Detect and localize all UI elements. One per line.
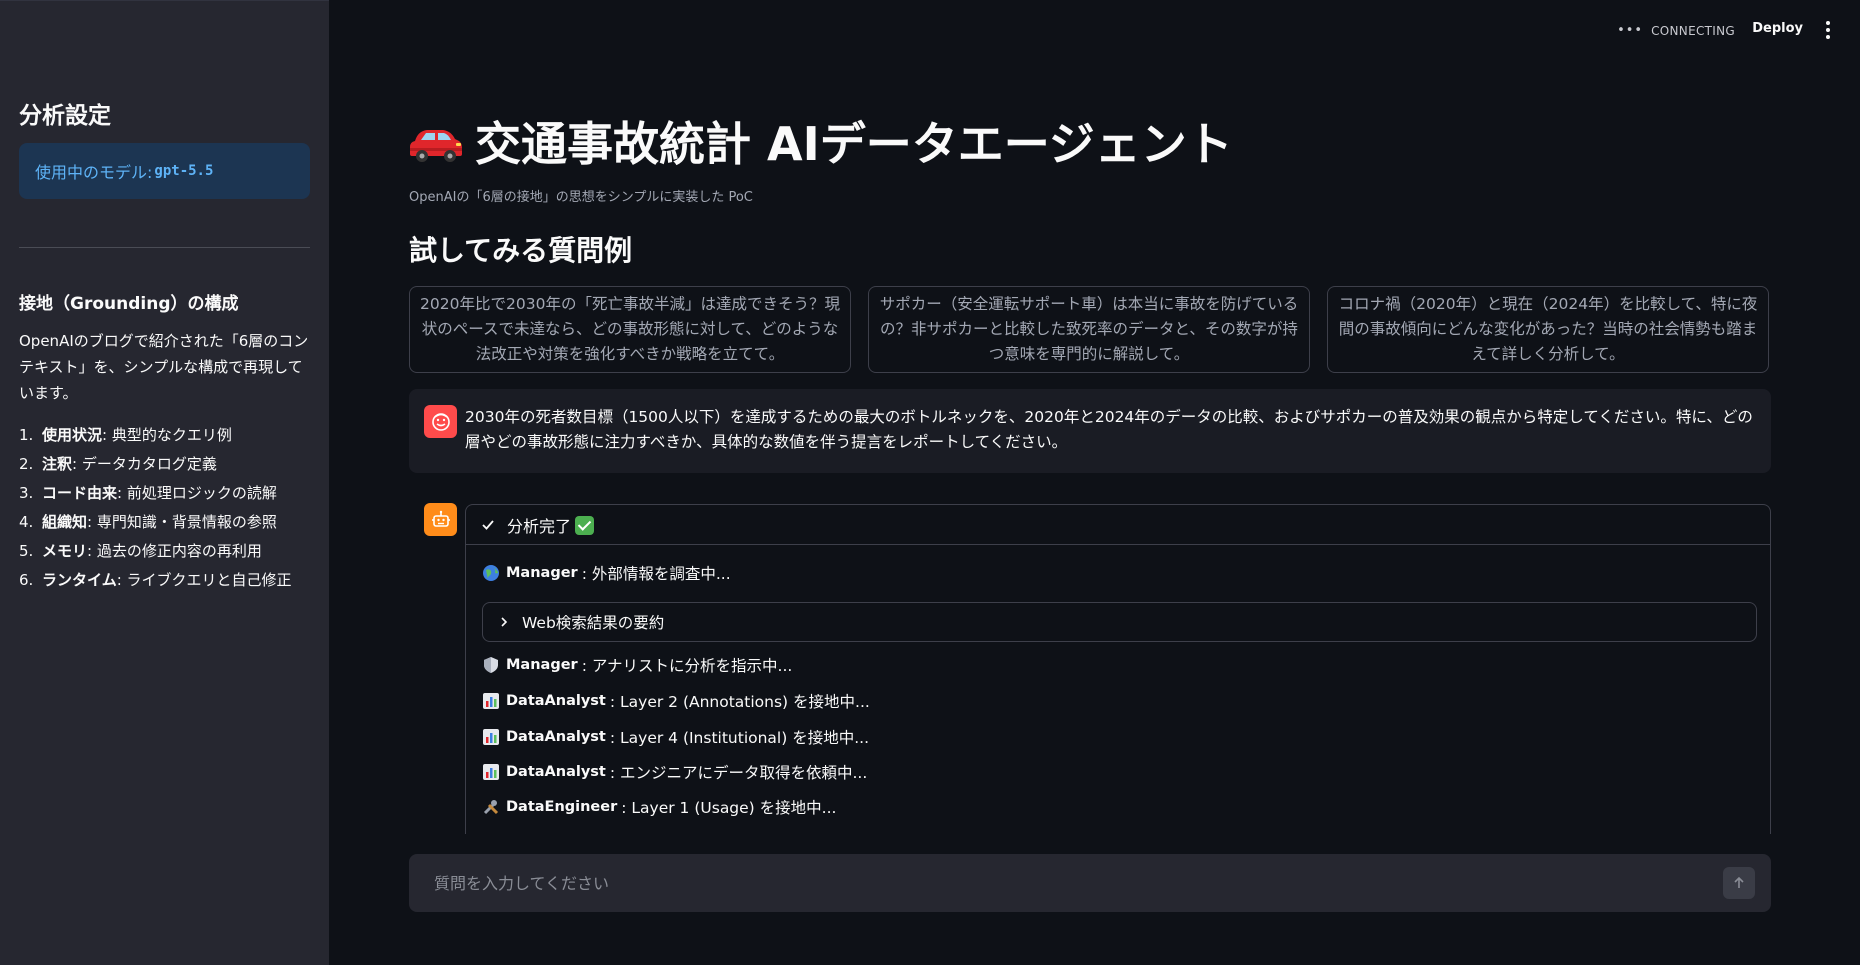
log-line: DataAnalyst: Layer 4 (Institutional) を接地… [482, 726, 869, 748]
send-button[interactable] [1723, 867, 1755, 899]
log-agent: DataEngineer [506, 799, 618, 815]
sidebar-divider [19, 247, 310, 248]
log-agent: DataAnalyst [506, 729, 606, 745]
chat-input-bar [409, 854, 1771, 912]
model-prefix: 使用中のモデル: [35, 163, 153, 182]
user-chat-message: 2030年の死者数目標（1500人以下）を達成するための最大のボトルネックを、2… [409, 389, 1771, 473]
layer-num: 3. [19, 484, 34, 502]
layer-name: メモリ [42, 542, 88, 560]
status-label: 分析完了 [507, 513, 595, 537]
main-menu-icon[interactable] [1823, 19, 1833, 41]
user-avatar-icon [424, 405, 457, 438]
log-text: : アナリストに分析を指示中... [581, 657, 793, 675]
example-question-button[interactable]: 2020年比で2030年の「死亡事故半減」は達成できそう？現状のペースで未達なら… [409, 286, 851, 373]
log-text: : Layer 1 (Usage) を接地中... [621, 799, 837, 817]
log-text: : エンジニアにデータ取得を依頼中... [609, 764, 868, 782]
page-title-text: 交通事故統計 AIデータエージェント [475, 117, 1233, 171]
layer-item: 2. 注釈: データカタログ定義 [19, 450, 292, 479]
log-line: Manager: 外部情報を調査中... [482, 562, 731, 584]
example-question-button[interactable]: コロナ禍（2020年）と現在（2024年）を比較して、特に夜間の事故傾向にどんな… [1327, 286, 1769, 373]
web-search-expander[interactable]: Web検索結果の要約 [482, 602, 1757, 642]
app-root: 分析設定 使用中のモデル: gpt-5.5 接地（Grounding）の構成 O… [0, 0, 1860, 965]
log-text: : Layer 2 (Annotations) を接地中... [609, 693, 870, 711]
bar-chart-icon [483, 693, 499, 709]
layer-num: 6. [19, 571, 34, 589]
log-line: DataAnalyst: エンジニアにデータ取得を依頼中... [482, 761, 867, 783]
layer-item: 4. 組織知: 専門知識・背景情報の参照 [19, 508, 292, 537]
examples-heading: 試してみる質問例 [409, 234, 633, 267]
log-text: : Layer 4 (Institutional) を接地中... [609, 729, 869, 747]
expander-label: Web検索結果の要約 [522, 614, 665, 632]
tools-icon [483, 800, 499, 815]
sidebar-title: 分析設定 [19, 103, 111, 129]
model-info-box: 使用中のモデル: gpt-5.5 [19, 143, 310, 199]
layer-num: 1. [19, 426, 34, 444]
layer-desc: : 専門知識・背景情報の参照 [87, 513, 277, 531]
log-agent: Manager [506, 565, 578, 581]
assistant-avatar-icon [424, 503, 457, 536]
page-title: 交通事故統計 AIデータエージェント [409, 108, 1233, 174]
chevron-right-icon [501, 617, 508, 627]
log-agent: Manager [506, 657, 578, 673]
chat-input[interactable] [434, 873, 1684, 893]
layer-num: 4. [19, 513, 34, 531]
smiley-face-icon [431, 412, 450, 431]
check-mark-button-icon [575, 515, 595, 535]
log-line: Manager: アナリストに分析を指示中... [482, 654, 792, 676]
layer-name: コード由来 [42, 484, 118, 502]
layer-name: 組織知 [42, 513, 88, 531]
globe-icon [483, 565, 499, 581]
grounding-description: OpenAIのブログで紹介された「6層のコンテキスト」を、シンプルな構成で再現し… [19, 332, 309, 402]
layer-desc: : 典型的なクエリ例 [102, 426, 232, 444]
arrow-up-icon [1734, 876, 1744, 888]
layer-item: 1. 使用状況: 典型的なクエリ例 [19, 421, 292, 450]
layer-num: 2. [19, 455, 34, 473]
page-caption: OpenAIの「6層の接地」の思想をシンプルに実装した PoC [409, 190, 753, 205]
log-agent: DataAnalyst [506, 693, 606, 709]
checkmark-icon [482, 519, 494, 530]
layer-item: 3. コード由来: 前処理ロジックの読解 [19, 479, 292, 508]
layer-name: 使用状況 [42, 426, 103, 444]
car-icon [410, 130, 462, 162]
sidebar: 分析設定 使用中のモデル: gpt-5.5 接地（Grounding）の構成 O… [0, 0, 329, 965]
layer-desc: : 過去の修正内容の再利用 [87, 542, 262, 560]
user-message-text: 2030年の死者数目標（1500人以下）を達成するための最大のボトルネックを、2… [465, 408, 1753, 451]
log-line: DataEngineer: Layer 1 (Usage) を接地中... [482, 796, 836, 818]
grounding-heading: 接地（Grounding）の構成 [19, 294, 239, 314]
layer-desc: : 前処理ロジックの読解 [117, 484, 277, 502]
main-content: 交通事故統計 AIデータエージェント OpenAIの「6層の接地」の思想をシンプ… [409, 0, 1771, 965]
status-label-text: 分析完了 [507, 516, 572, 536]
shield-icon [484, 657, 498, 673]
analysis-status-container: 分析完了 Manager: 外部情報を調査中... Web検索結果の要約 Man… [465, 504, 1771, 834]
status-header-toggle[interactable]: 分析完了 [466, 505, 1770, 545]
layer-num: 5. [19, 542, 34, 560]
bar-chart-icon [483, 729, 499, 745]
layer-list: 1. 使用状況: 典型的なクエリ例 2. 注釈: データカタログ定義 3. コード由来… [19, 421, 292, 595]
layer-item: 6. ランタイム: ライブクエリと自己修正 [19, 566, 292, 595]
robot-icon [431, 510, 450, 527]
layer-desc: : データカタログ定義 [72, 455, 217, 473]
example-question-button[interactable]: サポカー（安全運転サポート車）は本当に事故を防げているの？非サポカーと比較した致… [868, 286, 1310, 373]
layer-name: ランタイム [42, 571, 117, 589]
bar-chart-icon [483, 764, 499, 780]
log-agent: DataAnalyst [506, 764, 606, 780]
model-name: gpt-5.5 [154, 163, 214, 179]
log-text: : 外部情報を調査中... [581, 565, 731, 583]
layer-name: 注釈 [42, 455, 73, 473]
layer-desc: : ライブクエリと自己修正 [116, 571, 292, 589]
layer-item: 5. メモリ: 過去の修正内容の再利用 [19, 537, 292, 566]
log-line: DataAnalyst: Layer 2 (Annotations) を接地中.… [482, 690, 870, 712]
